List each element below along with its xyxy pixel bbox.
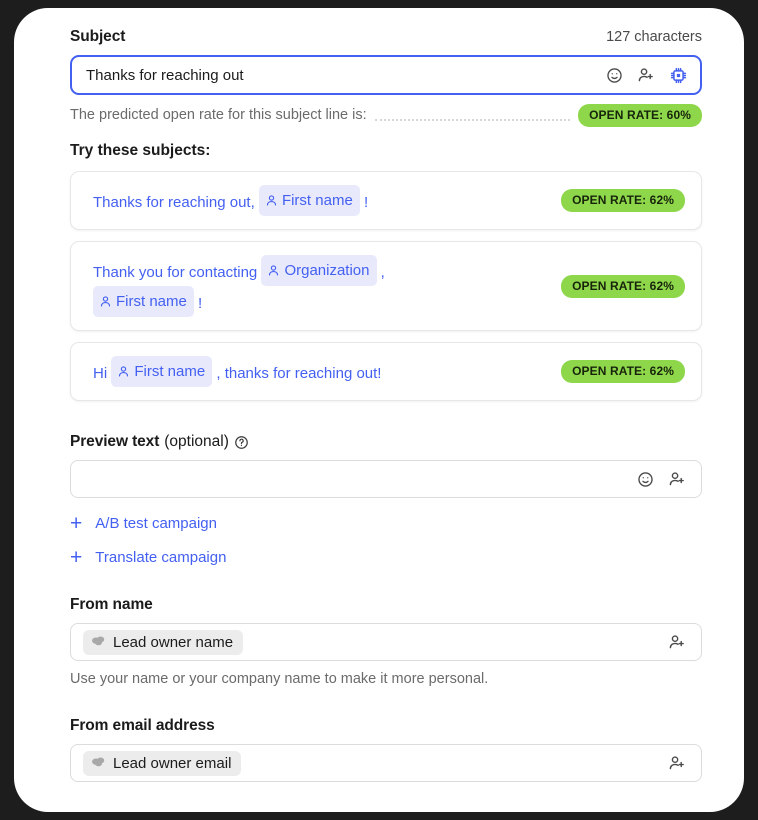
- from-name-helper-text: Use your name or your company name to ma…: [70, 671, 489, 687]
- suggestion-text-fragment: !: [198, 295, 203, 312]
- personalize-icon[interactable]: [668, 754, 686, 772]
- preview-text-optional: (optional): [164, 433, 229, 450]
- help-circle-icon[interactable]: [234, 435, 249, 450]
- device-screen: Subject 127 characters Thanks for reachi…: [14, 8, 744, 812]
- suggestion-text: Thanks for reaching out, First name !: [93, 185, 561, 216]
- dotted-leader: [374, 119, 571, 121]
- predicted-open-rate-row: The predicted open rate for this subject…: [70, 103, 702, 127]
- open-rate-badge: OPEN RATE: 62%: [561, 189, 685, 212]
- suggestion-text-fragment: , thanks for reaching out!: [216, 365, 382, 382]
- merge-tag-chip[interactable]: First name: [93, 286, 194, 317]
- preview-text-input-icons: [637, 470, 686, 488]
- predicted-open-rate-text: The predicted open rate for this subject…: [70, 107, 367, 123]
- from-name-token[interactable]: Lead owner name: [83, 629, 244, 655]
- preview-text-input[interactable]: [70, 460, 702, 498]
- merge-tag-label: First name: [134, 363, 206, 380]
- person-icon: [99, 295, 112, 308]
- sprocket-icon: [91, 755, 106, 772]
- ai-chip-icon[interactable]: [669, 66, 688, 85]
- translate-campaign-label: Translate campaign: [95, 549, 227, 566]
- suggestion-text-fragment: !: [363, 194, 369, 211]
- translate-campaign-button[interactable]: + Translate campaign: [70, 545, 702, 569]
- preview-text-label-row: Preview text (optional): [70, 433, 702, 451]
- from-name-token-label: Lead owner name: [113, 633, 234, 651]
- merge-tag-label: First name: [116, 293, 187, 310]
- emoji-icon[interactable]: [606, 67, 623, 84]
- plus-icon: +: [70, 511, 83, 535]
- open-rate-badge: OPEN RATE: 60%: [578, 103, 702, 127]
- subject-label-row: Subject 127 characters: [70, 28, 702, 46]
- suggestion-card[interactable]: Hi First name , thanks for reaching out!…: [70, 342, 702, 401]
- character-count: 127 characters: [606, 29, 702, 45]
- merge-tag-label: Organization: [284, 262, 370, 279]
- from-name-input[interactable]: Lead owner name: [70, 623, 702, 661]
- suggestion-text-fragment: Thanks for reaching out,: [93, 194, 255, 211]
- subject-input[interactable]: Thanks for reaching out: [70, 55, 702, 95]
- from-email-token[interactable]: Lead owner email: [83, 750, 242, 776]
- suggestion-text-fragment: Thank you for contacting: [93, 264, 258, 281]
- suggestion-card[interactable]: Thanks for reaching out, First name ! OP…: [70, 171, 702, 230]
- personalize-icon[interactable]: [668, 470, 686, 488]
- person-icon: [267, 264, 280, 277]
- suggestion-text-fragment: Hi: [93, 365, 108, 382]
- merge-tag-chip[interactable]: First name: [111, 356, 213, 387]
- from-email-input[interactable]: Lead owner email: [70, 744, 702, 782]
- ab-test-campaign-label: A/B test campaign: [95, 515, 217, 532]
- emoji-icon[interactable]: [637, 471, 654, 488]
- preview-text-label: Preview text: [70, 433, 160, 450]
- subject-input-icons: [606, 66, 688, 85]
- subject-label: Subject: [70, 28, 126, 45]
- try-these-subjects-heading: Try these subjects:: [70, 142, 211, 159]
- open-rate-badge: OPEN RATE: 62%: [561, 360, 685, 383]
- person-icon: [265, 194, 278, 207]
- suggestion-text-fragment: ,: [380, 264, 385, 281]
- subject-input-value[interactable]: Thanks for reaching out: [86, 68, 606, 83]
- from-email-token-label: Lead owner email: [113, 754, 232, 772]
- sprocket-icon: [91, 634, 106, 651]
- suggestion-card[interactable]: Thank you for contacting Organization , …: [70, 241, 702, 331]
- merge-tag-chip[interactable]: Organization: [261, 255, 377, 286]
- suggestion-list: Thanks for reaching out, First name ! OP…: [70, 171, 702, 401]
- from-name-label: From name: [70, 596, 153, 613]
- suggestion-text: Thank you for contacting Organization , …: [93, 255, 561, 317]
- plus-icon: +: [70, 545, 83, 569]
- merge-tag-label: First name: [281, 192, 353, 209]
- ab-test-campaign-button[interactable]: + A/B test campaign: [70, 511, 702, 535]
- person-icon: [117, 365, 130, 378]
- open-rate-badge: OPEN RATE: 62%: [561, 274, 685, 298]
- suggestion-text: Hi First name , thanks for reaching out!: [93, 356, 561, 387]
- personalize-icon[interactable]: [668, 633, 686, 651]
- from-email-label: From email address: [70, 717, 215, 734]
- personalize-icon[interactable]: [637, 66, 655, 84]
- merge-tag-chip[interactable]: First name: [258, 185, 360, 216]
- campaign-email-form: Subject 127 characters Thanks for reachi…: [14, 8, 744, 812]
